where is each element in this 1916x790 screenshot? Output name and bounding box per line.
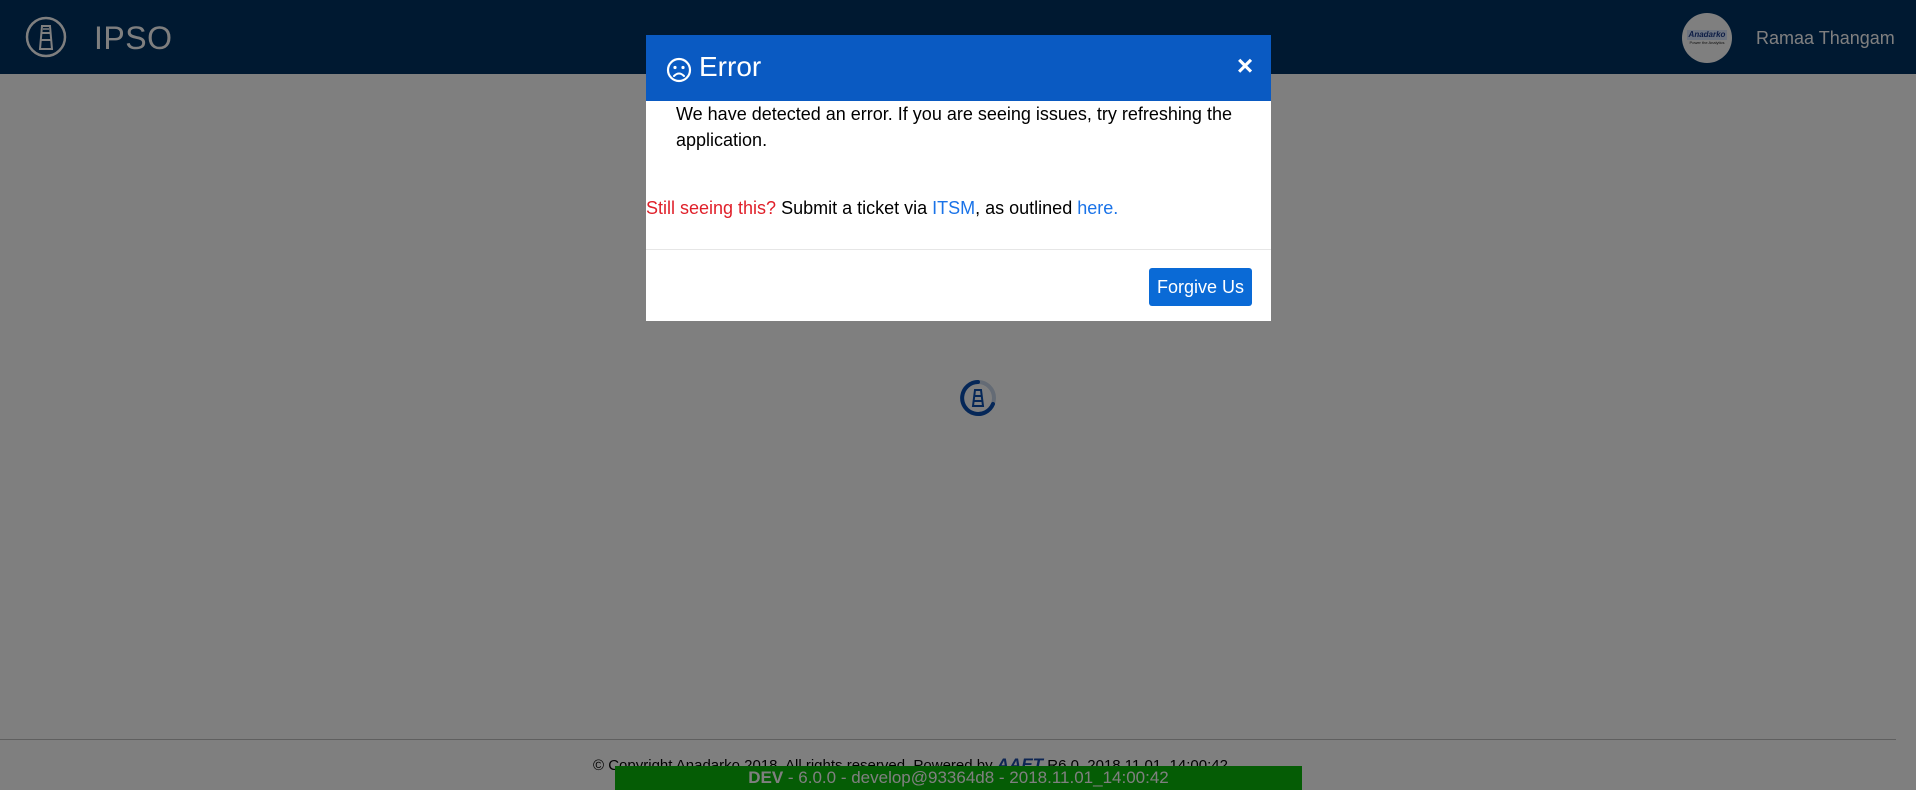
modal-divider (646, 249, 1271, 250)
error-message: We have detected an error. If you are se… (676, 104, 1232, 150)
modal-header: Error × (646, 35, 1271, 101)
here-link[interactable]: here. (1077, 198, 1118, 218)
sad-face-icon (666, 57, 692, 83)
forgive-us-button[interactable]: Forgive Us (1149, 268, 1252, 306)
outlined-text: , as outlined (975, 198, 1078, 218)
submit-text: Submit a ticket via (776, 198, 933, 218)
error-modal: Error × We have detected an error. If yo… (646, 35, 1271, 321)
help-text: Still seeing this? Submit a ticket via I… (646, 195, 1271, 221)
modal-title: Error (699, 51, 762, 82)
itsm-link[interactable]: ITSM (932, 198, 975, 218)
close-icon[interactable]: × (1232, 51, 1258, 81)
still-seeing-label: Still seeing this? (646, 198, 777, 218)
